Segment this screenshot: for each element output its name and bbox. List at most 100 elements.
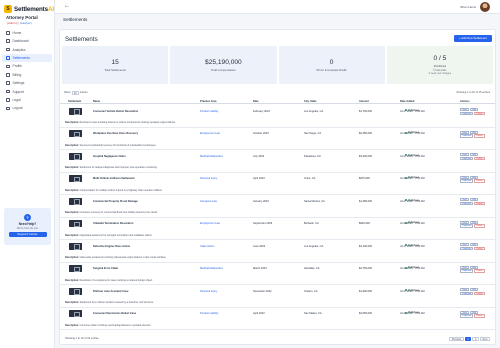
settlement-thumbnail[interactable] [69,130,82,138]
view-button[interactable]: View [460,130,470,134]
practice-area-link[interactable]: Product Liability [200,110,218,113]
edit-button[interactable]: Edit [469,243,479,247]
header-city-state[interactable]: City, State [304,100,317,103]
practice-area-link[interactable]: Medical Malpractice [200,267,223,270]
edit-button[interactable]: Edit [469,108,479,112]
edit-button[interactable]: Edit [469,220,479,224]
sidebar-item-dashboard[interactable]: Dashboard [2,37,52,45]
view-button[interactable]: View [460,220,470,224]
duplicate-button[interactable]: Duplicate [460,269,474,273]
sidebar-item-home[interactable]: Home [2,29,52,37]
settlement-amount: $3,200,000 [359,154,372,158]
page-button-previous[interactable]: Previous [449,336,464,341]
delete-button[interactable]: Delete [474,201,485,206]
app-root: S SettlementsAI Attorney Portal (Admin) … [0,0,500,348]
settlement-thumbnail[interactable] [69,107,82,115]
view-button[interactable]: View [460,108,470,112]
view-button[interactable]: View [460,310,470,314]
duplicate-button[interactable]: Duplicate [460,201,474,206]
user-name[interactable]: Brian Heins [460,5,476,9]
settlement-date: July 2023 [253,154,265,158]
delete-button[interactable]: Delete [474,156,485,161]
duplicate-button[interactable]: Duplicate [460,111,474,116]
duplicate-button[interactable]: Duplicate [460,314,474,318]
settlement-thumbnail[interactable] [69,265,82,273]
settlement-thumbnail[interactable] [69,242,82,250]
practice-area-link[interactable]: Employment Law [200,132,220,135]
edit-button[interactable]: Edit [469,130,479,134]
description-label: Description: [65,211,79,214]
stat-total-compensation: $25,190,000 Total Compensation [170,46,277,84]
view-button[interactable]: View [460,288,470,292]
avatar[interactable] [480,2,490,12]
duplicate-button[interactable]: Duplicate [460,246,474,251]
header-name[interactable]: Name [93,100,100,103]
sidebar-item-settings[interactable]: Settings [2,79,52,87]
description-text: Compensation for multiple victims injure… [79,188,163,192]
edit-button[interactable]: Edit [469,288,479,292]
duplicate-button[interactable]: Duplicate [460,224,474,228]
practice-area-link[interactable]: Insurance Law [200,200,217,203]
view-button[interactable]: View [460,198,470,202]
settlement-thumbnail[interactable] [69,175,82,183]
practice-area-link[interactable]: Product Liability [200,312,218,315]
delete-button[interactable]: Delete [474,111,485,116]
page-button-next[interactable]: Next [479,336,490,341]
duplicate-button[interactable]: Duplicate [460,134,474,138]
sidebar-item-settlements[interactable]: Settlements [2,54,52,62]
edit-button[interactable]: Edit [469,265,479,269]
sidebar-item-logout[interactable]: Logout [2,105,52,113]
settlement-thumbnail[interactable] [69,220,82,228]
header-amount[interactable]: Amount [359,100,369,103]
edit-button[interactable]: Edit [469,310,479,314]
sidebar-item-billing[interactable]: Billing [2,71,52,79]
delete-button[interactable]: Delete [474,269,485,273]
brand-logo[interactable]: S SettlementsAI [0,0,54,14]
duplicate-button[interactable]: Duplicate [460,179,474,183]
page-button-2[interactable]: 2 [472,336,479,341]
settlement-thumbnail[interactable] [69,152,82,160]
header-date[interactable]: Date [253,100,259,103]
support-center-button[interactable]: Support Center [8,231,47,237]
header-practice-area[interactable]: Practice Area [200,100,217,103]
view-button[interactable]: View [460,265,470,269]
settlement-name: Surgical Error Claim [93,267,119,270]
row-actions-line: View Edit [460,175,485,179]
practice-area-link[interactable]: Personal Injury [200,290,217,293]
delete-button[interactable]: Delete [474,246,485,251]
practice-area-link[interactable]: Employment Law [200,222,220,225]
view-button[interactable]: View [460,243,470,247]
sidebar-item-profile[interactable]: Profile [2,63,52,71]
practice-area-link[interactable]: Class Action [200,245,214,248]
sidebar-item-analytics[interactable]: Analytics [2,46,52,54]
edit-button[interactable]: Edit [469,153,479,157]
view-button[interactable]: View [460,153,470,157]
stat-incomplete-drafts: 0 50 inc Incomplete Drafts [278,46,385,84]
settlement-thumbnail[interactable] [69,310,82,318]
header-settlement[interactable]: Settlement [68,100,81,103]
show-label: Show [64,91,71,95]
page-button-1[interactable]: 1 [464,336,472,341]
header-date-added[interactable]: Date Added [400,100,414,103]
duplicate-button[interactable]: Duplicate [460,156,474,161]
delete-button[interactable]: Delete [474,291,485,296]
settlement-amount: $640,000 [359,222,370,225]
view-button[interactable]: View [460,175,470,179]
sidebar-item-support[interactable]: Support [2,88,52,96]
settlement-thumbnail[interactable] [69,287,82,295]
duplicate-button[interactable]: Duplicate [460,291,474,296]
practice-area-link[interactable]: Personal Injury [200,177,217,180]
add-settlement-button[interactable]: + Add New Settlement [454,35,492,42]
delete-button[interactable]: Delete [474,179,485,183]
entries-control: Show 10 entries [64,91,88,95]
practice-area-link[interactable]: Medical Malpractice [200,155,223,158]
delete-button[interactable]: Delete [474,224,485,228]
delete-button[interactable]: Delete [474,314,485,318]
sidebar-item-legal[interactable]: Legal [2,96,52,104]
delete-button[interactable]: Delete [474,134,485,138]
edit-button[interactable]: Edit [469,198,479,202]
edit-button[interactable]: Edit [469,175,479,179]
per-page-select[interactable]: 10 [71,91,79,95]
settlement-thumbnail[interactable] [69,197,82,205]
back-arrow-icon[interactable]: ← [64,3,70,9]
